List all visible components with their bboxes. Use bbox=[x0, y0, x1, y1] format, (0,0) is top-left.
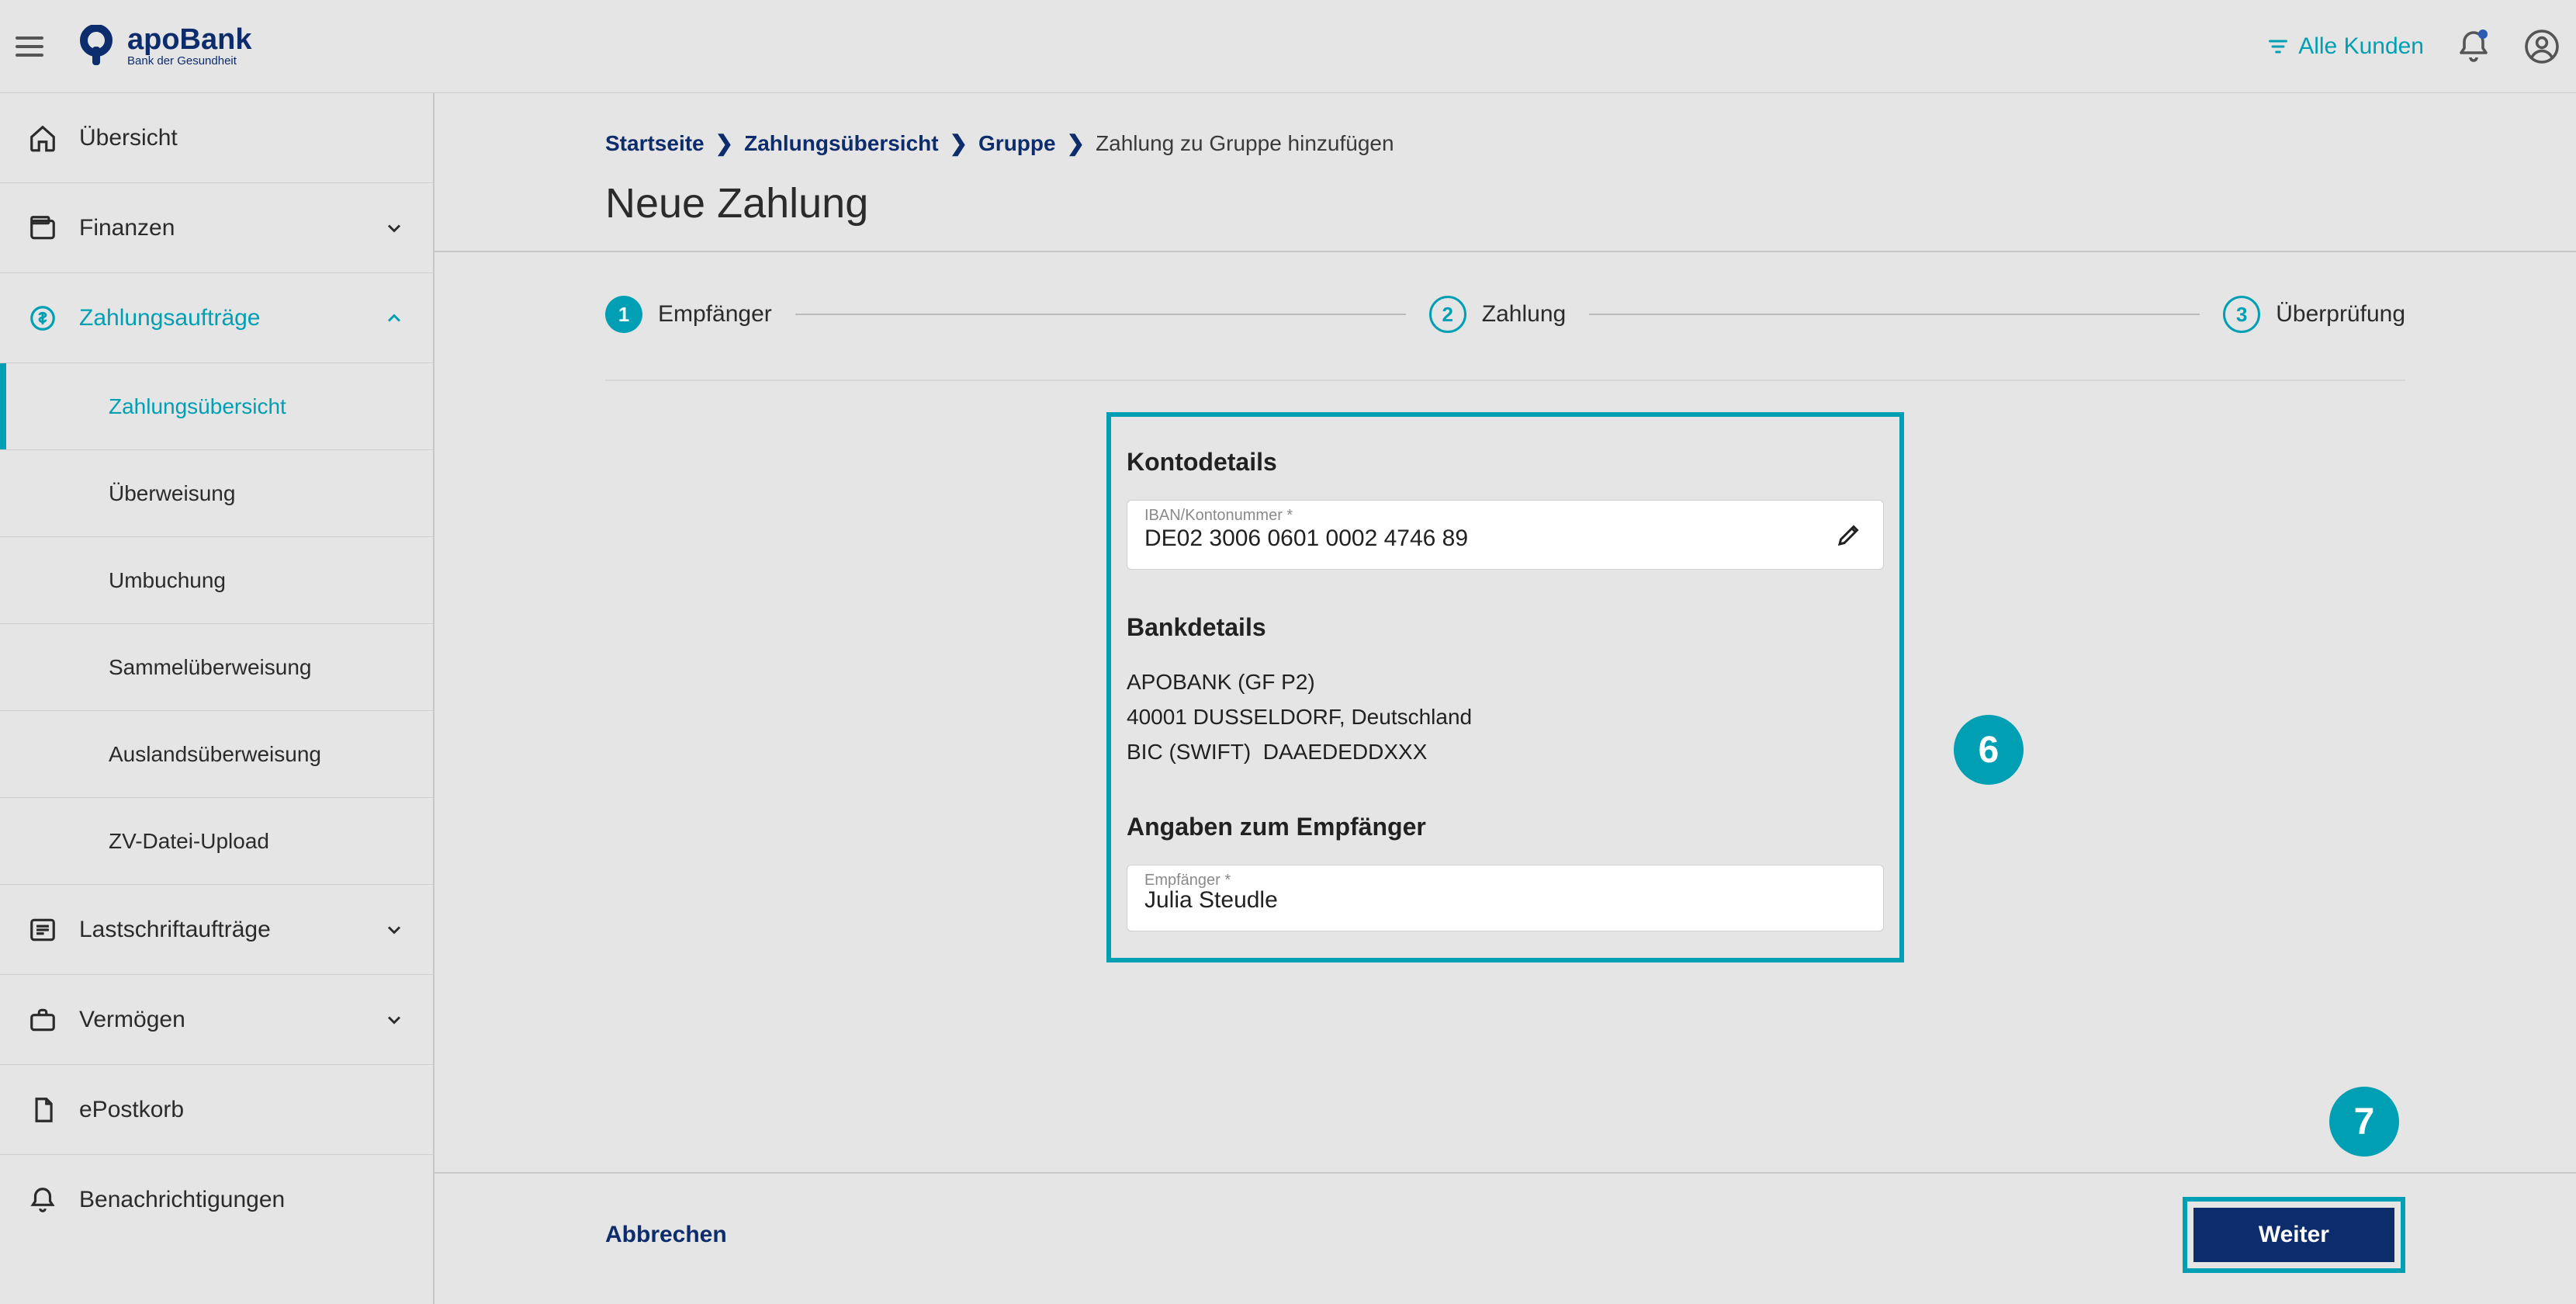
sidebar-sub-label: Umbuchung bbox=[109, 568, 226, 593]
sidebar-sub-rebooking[interactable]: Umbuchung bbox=[0, 537, 433, 624]
logo-icon bbox=[74, 25, 118, 68]
sidebar-item-label: Lastschriftaufträge bbox=[79, 917, 271, 943]
step-number: 2 bbox=[1429, 296, 1466, 333]
recipient-input-wrap[interactable]: Empfänger * Julia Steudle bbox=[1127, 865, 1884, 931]
step-label: Zahlung bbox=[1482, 301, 1566, 328]
brand-tagline: Bank der Gesundheit bbox=[127, 54, 251, 68]
sidebar-item-direct-debits[interactable]: Lastschriftaufträge bbox=[0, 885, 433, 975]
bank-name: APOBANK (GF P2) bbox=[1127, 665, 1884, 700]
sidebar-item-overview[interactable]: Übersicht bbox=[0, 93, 433, 183]
sidebar-sub-label: Überweisung bbox=[109, 481, 235, 506]
briefcase-icon bbox=[28, 1005, 57, 1035]
sidebar-item-label: Zahlungsaufträge bbox=[79, 305, 261, 331]
step-review: 3 Überprüfung bbox=[2223, 296, 2405, 333]
chevron-right-icon: ❯ bbox=[1067, 130, 1085, 156]
next-button-highlight-frame: Weiter bbox=[2183, 1197, 2405, 1273]
sidebar-item-label: ePostkorb bbox=[79, 1097, 184, 1123]
bic-label: BIC (SWIFT) bbox=[1127, 740, 1251, 764]
chevron-right-icon: ❯ bbox=[715, 130, 733, 156]
breadcrumb-home[interactable]: Startseite bbox=[605, 131, 705, 156]
step-number: 1 bbox=[605, 296, 642, 333]
sidebar-item-label: Übersicht bbox=[79, 125, 178, 151]
sidebar-item-notifications[interactable]: Benachrichtigungen bbox=[0, 1155, 433, 1245]
callout-badge-6: 6 bbox=[1954, 715, 2024, 785]
footer-actions: 7 Abbrechen Weiter bbox=[435, 1172, 2576, 1304]
sidebar-sub-payment-overview[interactable]: Zahlungsübersicht bbox=[0, 363, 433, 450]
home-icon bbox=[28, 123, 57, 153]
bic-value: DAAEDEDDXXX bbox=[1263, 740, 1428, 764]
sidebar-item-assets[interactable]: Vermögen bbox=[0, 975, 433, 1065]
breadcrumb-payments[interactable]: Zahlungsübersicht bbox=[744, 131, 938, 156]
breadcrumb-group[interactable]: Gruppe bbox=[978, 131, 1056, 156]
breadcrumb-current: Zahlung zu Gruppe hinzufügen bbox=[1096, 131, 1394, 156]
cancel-button[interactable]: Abbrechen bbox=[605, 1222, 727, 1248]
filter-icon bbox=[2267, 36, 2289, 57]
brand-name: apoBank bbox=[127, 25, 251, 54]
iban-label: IBAN/Kontonummer * bbox=[1144, 507, 1293, 525]
next-button[interactable]: Weiter bbox=[2193, 1208, 2394, 1262]
edit-icon[interactable] bbox=[1835, 521, 1863, 549]
sidebar-item-payment-orders[interactable]: Zahlungsaufträge bbox=[0, 273, 433, 363]
step-label: Überprüfung bbox=[2276, 301, 2405, 328]
notifications-button[interactable] bbox=[2455, 28, 2492, 65]
sidebar-item-epostkorb[interactable]: ePostkorb bbox=[0, 1065, 433, 1155]
bank-address: 40001 DUSSELDORF, Deutschland bbox=[1127, 700, 1884, 735]
iban-input-wrap[interactable]: IBAN/Kontonummer * DE02 3006 0601 0002 4… bbox=[1127, 500, 1884, 570]
divider bbox=[605, 380, 2405, 381]
chevron-down-icon bbox=[383, 217, 405, 239]
bank-bic: BIC (SWIFT) DAAEDEDDXXX bbox=[1127, 735, 1884, 770]
sidebar: Übersicht Finanzen Zahlungsaufträge Zahl… bbox=[0, 93, 435, 1304]
customer-filter-label: Alle Kunden bbox=[2298, 33, 2424, 60]
recipient-label: Empfänger * bbox=[1144, 872, 1231, 890]
sidebar-sub-transfer[interactable]: Überweisung bbox=[0, 450, 433, 537]
chevron-right-icon: ❯ bbox=[950, 130, 968, 156]
sidebar-sub-collective-transfer[interactable]: Sammelüberweisung bbox=[0, 624, 433, 711]
sidebar-item-label: Benachrichtigungen bbox=[79, 1187, 285, 1213]
chevron-down-icon bbox=[383, 919, 405, 941]
main-content: Startseite ❯ Zahlungsübersicht ❯ Gruppe … bbox=[435, 93, 2576, 1304]
sidebar-sub-foreign-transfer[interactable]: Auslandsüberweisung bbox=[0, 711, 433, 798]
callout-badge-7: 7 bbox=[2329, 1087, 2399, 1157]
sidebar-sub-label: Zahlungsübersicht bbox=[109, 394, 286, 419]
step-payment: 2 Zahlung bbox=[1429, 296, 1566, 333]
sidebar-sub-label: Sammelüberweisung bbox=[109, 655, 311, 680]
notification-dot-icon bbox=[2478, 29, 2488, 39]
customer-filter-button[interactable]: Alle Kunden bbox=[2267, 33, 2424, 60]
step-recipient: 1 Empfänger bbox=[605, 296, 772, 333]
form-highlight-frame: 6 Kontodetails IBAN/Kontonummer * DE02 3… bbox=[1106, 412, 1904, 962]
top-bar: apoBank Bank der Gesundheit Alle Kunden bbox=[0, 0, 2576, 93]
brand-logo[interactable]: apoBank Bank der Gesundheit bbox=[74, 0, 251, 92]
menu-button[interactable] bbox=[16, 28, 53, 65]
sidebar-sub-label: Auslandsüberweisung bbox=[109, 742, 321, 767]
step-number: 3 bbox=[2223, 296, 2260, 333]
step-line bbox=[795, 314, 1406, 315]
recipient-value: Julia Steudle bbox=[1144, 887, 1866, 914]
stepper: 1 Empfänger 2 Zahlung 3 Überprüfung bbox=[605, 274, 2405, 380]
sidebar-item-finances[interactable]: Finanzen bbox=[0, 183, 433, 273]
breadcrumb: Startseite ❯ Zahlungsübersicht ❯ Gruppe … bbox=[605, 130, 2405, 156]
sidebar-sub-file-upload[interactable]: ZV-Datei-Upload bbox=[0, 798, 433, 885]
iban-value: DE02 3006 0601 0002 4746 89 bbox=[1144, 525, 1866, 552]
sidebar-sub-label: ZV-Datei-Upload bbox=[109, 829, 269, 854]
list-icon bbox=[28, 915, 57, 945]
sidebar-item-label: Finanzen bbox=[79, 215, 175, 241]
wallet-icon bbox=[28, 213, 57, 243]
dollar-circle-icon bbox=[28, 303, 57, 333]
section-bank-details: Bankdetails bbox=[1127, 613, 1884, 642]
page-title: Neue Zahlung bbox=[605, 179, 2405, 227]
chevron-down-icon bbox=[383, 1009, 405, 1031]
bell-icon bbox=[28, 1185, 57, 1215]
main-header: Startseite ❯ Zahlungsübersicht ❯ Gruppe … bbox=[435, 93, 2576, 252]
account-button[interactable] bbox=[2523, 28, 2560, 65]
step-label: Empfänger bbox=[658, 301, 772, 328]
chevron-up-icon bbox=[383, 307, 405, 329]
document-icon bbox=[28, 1095, 57, 1125]
section-account-details: Kontodetails bbox=[1127, 448, 1884, 477]
section-recipient-details: Angaben zum Empfänger bbox=[1127, 813, 1884, 841]
step-line bbox=[1589, 314, 2200, 315]
sidebar-item-label: Vermögen bbox=[79, 1007, 185, 1033]
